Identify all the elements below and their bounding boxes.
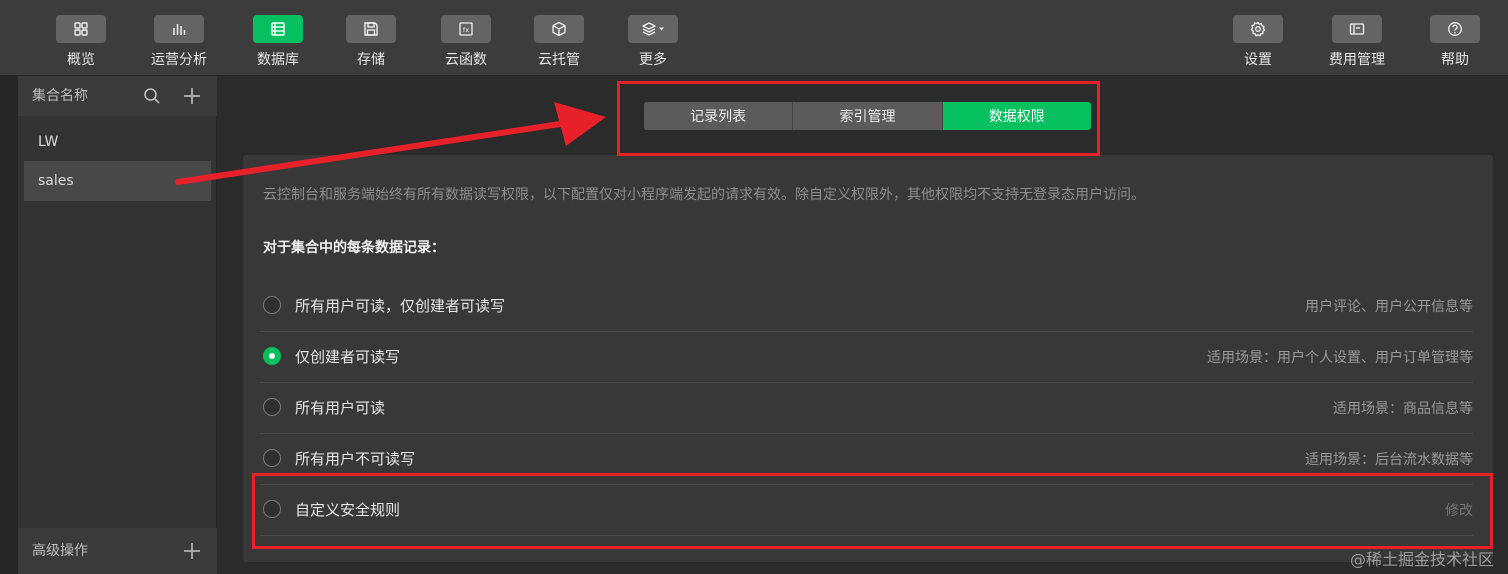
collection-sidebar: 集合名称 LW sales 高级操作: [18, 76, 217, 574]
save-icon: [346, 15, 396, 43]
toolbar-label: 帮助: [1441, 52, 1469, 68]
toolbar-label: 存储: [357, 52, 385, 68]
toolbar-label: 费用管理: [1329, 52, 1385, 68]
tab-record-list[interactable]: 记录列表: [644, 102, 794, 130]
permission-option-label: 自定义安全规则: [295, 501, 401, 519]
database-icon: [253, 15, 303, 43]
toolbar-more[interactable]: 更多: [613, 15, 693, 69]
cube-icon: [534, 15, 584, 43]
toolbar-label: 设置: [1244, 52, 1272, 68]
toolbar-overview[interactable]: 概览: [41, 15, 121, 69]
add-operation-icon[interactable]: [182, 541, 202, 561]
watermark: @稀土掘金技术社区: [1349, 550, 1494, 569]
toolbar-help[interactable]: 帮助: [1415, 15, 1495, 69]
advanced-operations: 高级操作: [18, 528, 217, 574]
search-icon[interactable]: [142, 86, 162, 106]
advanced-operations-title: 高级操作: [32, 543, 88, 559]
window-edge: [0, 0, 18, 574]
grid-icon: [56, 15, 106, 43]
permission-option-hint: 适用场景：后台流水数据等: [1305, 452, 1473, 468]
database-tabs: 记录列表 索引管理 数据权限: [644, 102, 1091, 130]
toolbar-database[interactable]: 数据库: [238, 15, 318, 69]
svg-text:fx: fx: [463, 26, 469, 34]
collection-header: 集合名称: [18, 76, 217, 116]
toolbar-label: 概览: [67, 52, 95, 68]
collection-item-sales[interactable]: sales: [24, 161, 211, 201]
tab-data-permission[interactable]: 数据权限: [942, 102, 1091, 130]
toolbar-label: 更多: [639, 52, 667, 68]
permission-option-hint: 适用场景：用户个人设置、用户订单管理等: [1207, 350, 1473, 366]
layers-dropdown-icon: [628, 15, 678, 43]
toolbar-label: 数据库: [257, 52, 299, 68]
permission-option[interactable]: 所有用户不可读写 适用场景：后台流水数据等: [260, 434, 1473, 485]
permission-panel: 云控制台和服务端始终有所有数据读写权限，以下配置仅对小程序端发起的请求有效。除自…: [243, 155, 1493, 562]
collection-item-lw[interactable]: LW: [24, 122, 211, 162]
permission-option[interactable]: 自定义安全规则 修改: [260, 485, 1473, 536]
tab-index-management[interactable]: 索引管理: [793, 102, 943, 130]
billing-icon: [1332, 15, 1382, 43]
help-icon: [1430, 15, 1480, 43]
permission-option-label: 所有用户不可读写: [295, 450, 416, 468]
permission-option-hint: 用户评论、用户公开信息等: [1305, 299, 1473, 315]
permission-subtitle: 对于集合中的每条数据记录：: [263, 240, 445, 256]
permission-option[interactable]: 仅创建者可读写 适用场景：用户个人设置、用户订单管理等: [260, 332, 1473, 383]
collection-header-title: 集合名称: [32, 88, 88, 104]
permission-option[interactable]: 所有用户可读 适用场景：商品信息等: [260, 383, 1473, 434]
radio-button[interactable]: [263, 296, 281, 314]
toolbar-settings[interactable]: 设置: [1218, 15, 1298, 69]
bar-chart-icon: [154, 15, 204, 43]
permission-option[interactable]: 所有用户可读，仅创建者可读写 用户评论、用户公开信息等: [260, 281, 1473, 332]
top-toolbar: 概览 运营分析 数据库 存储 fx 云函数 云托管 更多 设置 费用管理 帮助: [0, 0, 1508, 76]
toolbar-analytics[interactable]: 运营分析: [139, 15, 219, 69]
radio-button[interactable]: [263, 398, 281, 416]
edit-rule-link[interactable]: 修改: [1445, 500, 1473, 520]
radio-button[interactable]: [263, 500, 281, 518]
toolbar-label: 云托管: [538, 52, 580, 68]
permission-option-label: 所有用户可读，仅创建者可读写: [295, 297, 506, 315]
toolbar-cloud-function[interactable]: fx 云函数: [426, 15, 506, 69]
permission-option-label: 仅创建者可读写: [295, 348, 401, 366]
radio-button[interactable]: [263, 449, 281, 467]
toolbar-storage[interactable]: 存储: [331, 15, 411, 69]
gear-icon: [1233, 15, 1283, 43]
toolbar-cloud-hosting[interactable]: 云托管: [519, 15, 599, 69]
function-icon: fx: [441, 15, 491, 43]
radio-button-checked[interactable]: [263, 347, 281, 365]
permission-description: 云控制台和服务端始终有所有数据读写权限，以下配置仅对小程序端发起的请求有效。除自…: [263, 187, 1145, 203]
toolbar-label: 运营分析: [151, 52, 207, 68]
permission-option-hint: 适用场景：商品信息等: [1333, 401, 1473, 417]
toolbar-billing[interactable]: 费用管理: [1317, 15, 1397, 69]
add-collection-icon[interactable]: [182, 86, 202, 106]
permission-option-label: 所有用户可读: [295, 399, 386, 417]
toolbar-label: 云函数: [445, 52, 487, 68]
